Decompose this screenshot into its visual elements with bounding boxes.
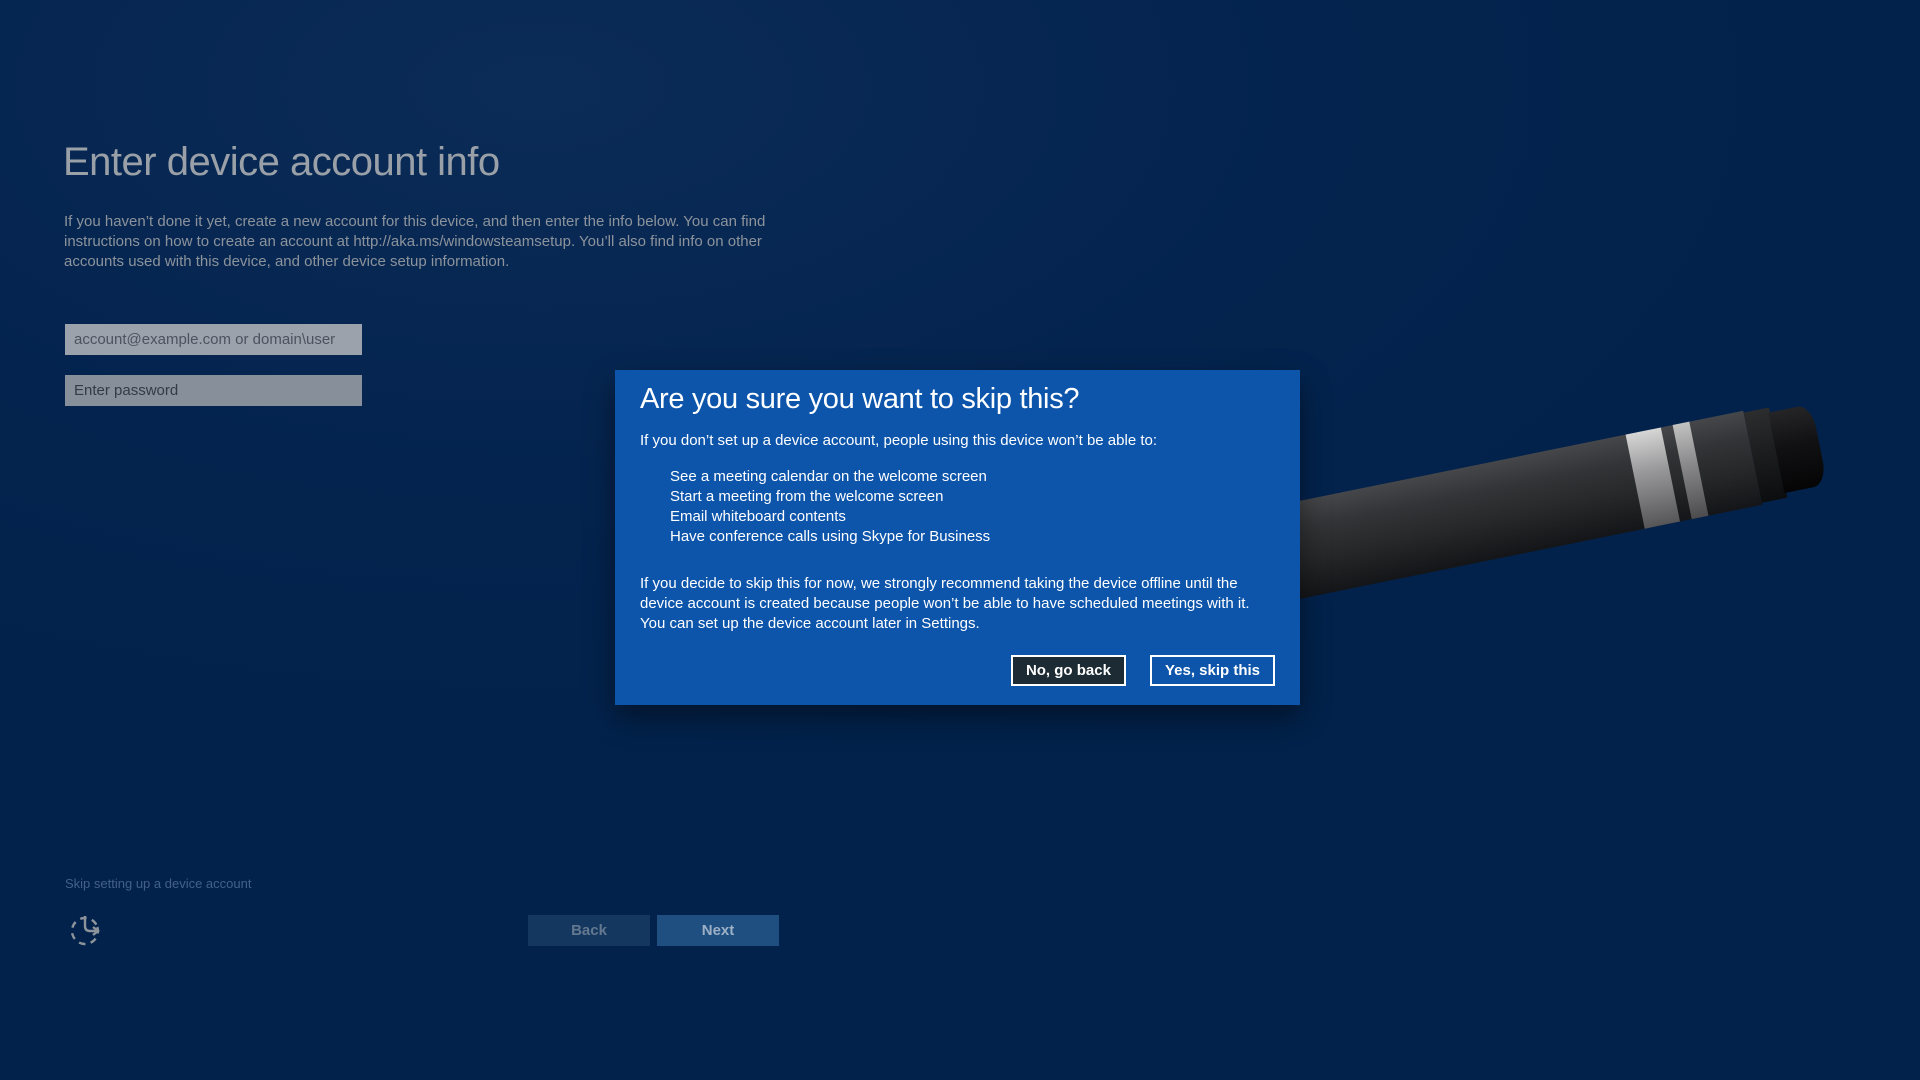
dialog-button-row: No, go back Yes, skip this bbox=[1011, 655, 1275, 686]
description-line: instructions on how to create an account… bbox=[64, 232, 765, 252]
stylus-pen-image bbox=[1261, 397, 1829, 603]
dialog-title: Are you sure you want to skip this? bbox=[640, 383, 1275, 416]
dialog-warning: If you decide to skip this for now, we s… bbox=[640, 574, 1275, 634]
dialog-consequences-list: See a meeting calendar on the welcome sc… bbox=[640, 467, 1275, 547]
page-title: Enter device account info bbox=[63, 140, 500, 185]
warning-line: If you decide to skip this for now, we s… bbox=[640, 574, 1275, 594]
skip-confirmation-dialog: Are you sure you want to skip this? If y… bbox=[615, 370, 1300, 705]
warning-line: device account is created because people… bbox=[640, 594, 1275, 614]
account-field[interactable] bbox=[65, 324, 362, 355]
no-go-back-button[interactable]: No, go back bbox=[1011, 655, 1126, 686]
password-field[interactable] bbox=[65, 375, 362, 406]
page-description: If you haven’t done it yet, create a new… bbox=[64, 212, 765, 272]
description-line: accounts used with this device, and othe… bbox=[64, 252, 765, 272]
warning-line: You can set up the device account later … bbox=[640, 614, 1275, 634]
skip-device-account-link[interactable]: Skip setting up a device account bbox=[65, 876, 251, 891]
next-button[interactable]: Next bbox=[657, 915, 779, 946]
dialog-intro: If you don’t set up a device account, pe… bbox=[640, 431, 1275, 451]
list-item: Start a meeting from the welcome screen bbox=[670, 487, 1275, 507]
list-item: See a meeting calendar on the welcome sc… bbox=[670, 467, 1275, 487]
list-item: Have conference calls using Skype for Bu… bbox=[670, 527, 1275, 547]
setup-screen: Enter device account info If you haven’t… bbox=[0, 0, 1920, 1080]
back-button[interactable]: Back bbox=[528, 915, 650, 946]
description-line: If you haven’t done it yet, create a new… bbox=[64, 212, 765, 232]
dashed-circle-arrow-icon[interactable] bbox=[66, 910, 106, 950]
yes-skip-this-button[interactable]: Yes, skip this bbox=[1150, 655, 1275, 686]
list-item: Email whiteboard contents bbox=[670, 507, 1275, 527]
